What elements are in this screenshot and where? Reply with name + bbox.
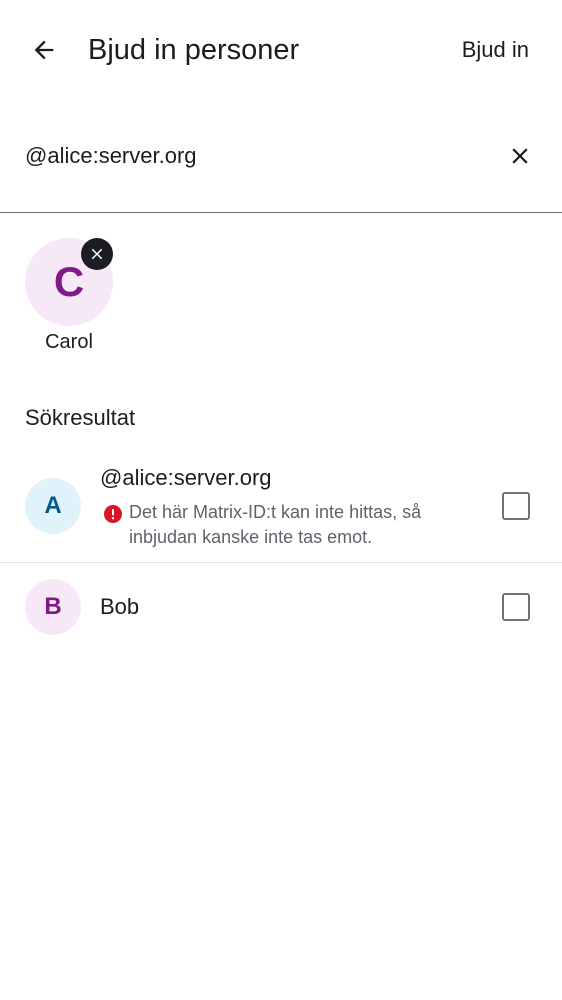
close-icon bbox=[512, 148, 528, 164]
top-app-bar: Bjud in personer Bjud in bbox=[0, 0, 562, 100]
select-checkbox[interactable] bbox=[502, 492, 530, 520]
avatar: A bbox=[25, 478, 81, 534]
arrow-back-icon bbox=[34, 40, 54, 60]
error-icon bbox=[104, 505, 122, 523]
invite-button[interactable]: Bjud in bbox=[462, 30, 529, 70]
search-input[interactable] bbox=[25, 138, 475, 174]
warning-text: Det här Matrix-ID:t kan inte hittas, så … bbox=[129, 502, 422, 547]
back-button[interactable] bbox=[22, 28, 66, 72]
page-title: Bjud in personer bbox=[88, 34, 300, 66]
result-name: Bob bbox=[100, 594, 140, 619]
search-result-row[interactable]: A @alice:server.org Det här Matrix-ID:t … bbox=[0, 450, 562, 563]
search-field bbox=[0, 110, 562, 213]
close-icon bbox=[91, 248, 103, 260]
search-result-row[interactable]: B Bob bbox=[0, 563, 562, 651]
remove-selected-user-button[interactable] bbox=[81, 238, 113, 270]
selected-user-name: Carol bbox=[45, 331, 93, 353]
select-checkbox[interactable] bbox=[502, 593, 530, 621]
clear-search-button[interactable] bbox=[502, 138, 538, 174]
avatar: B bbox=[25, 579, 81, 635]
result-name: @alice:server.org bbox=[100, 465, 272, 490]
search-results-header: Sökresultat bbox=[25, 405, 136, 430]
